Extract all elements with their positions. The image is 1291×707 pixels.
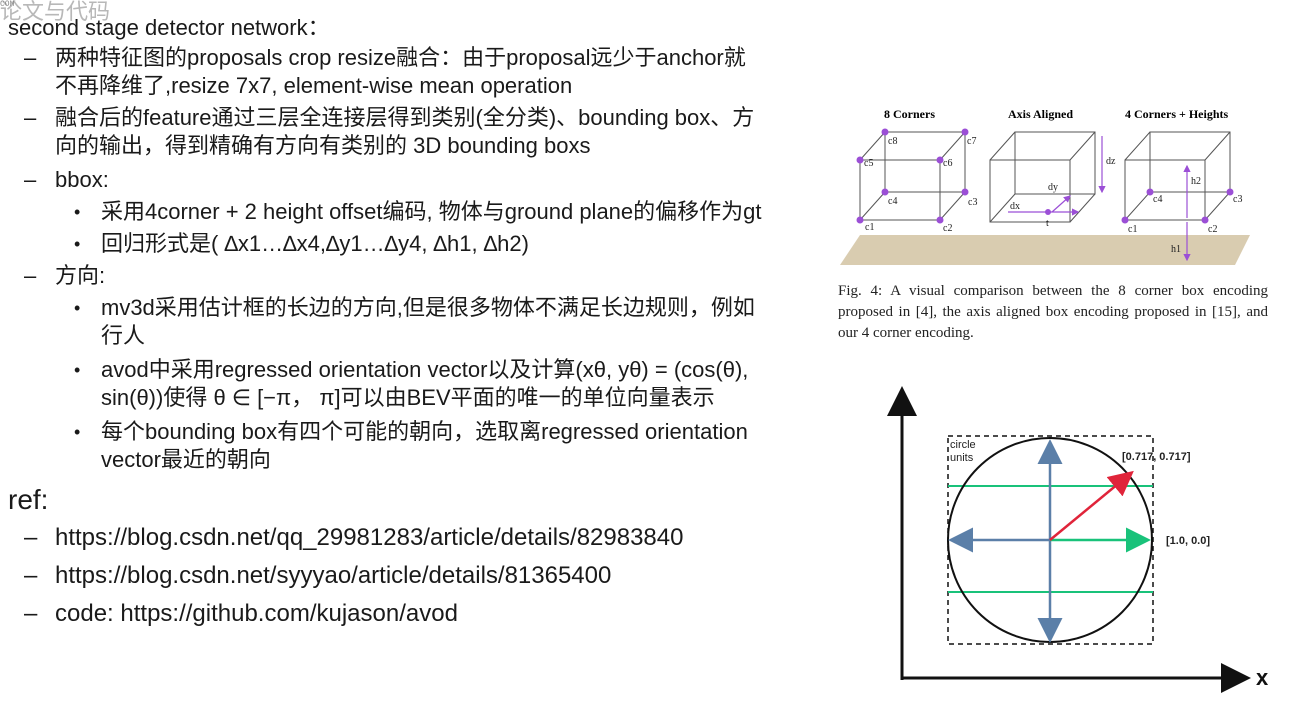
height-label: h1 <box>1171 244 1181 255</box>
box-encoding-figure: 8 Corners Axis Aligned 4 Corners + Heigh… <box>840 107 1250 265</box>
sub-bullet-text: 回归形式是( ∆x1…∆x4,∆y1…∆y4, ∆h1, ∆h2) <box>101 231 529 256</box>
dot-marker: • <box>74 202 81 222</box>
panel-title: 8 Corners <box>884 107 935 121</box>
dot-marker: • <box>74 298 81 318</box>
circle-units-label: circle <box>950 439 976 451</box>
dash-marker: – <box>24 562 38 589</box>
ref-link[interactable]: https://blog.csdn.net/qq_29981283/articl… <box>55 524 683 552</box>
ref-heading: ref: <box>8 484 49 515</box>
diag-point-label: [0.717, 0.717] <box>1122 451 1191 463</box>
dot-marker: • <box>74 422 81 442</box>
dash-marker: – <box>24 105 37 130</box>
sub-bullet-text: sin(θ))使得 θ ∈ [−π， π]可以由BEV平面的唯一的单位向量表示 <box>101 385 715 410</box>
slide-title: second stage detector network： <box>8 15 330 40</box>
bullet-text: 方向: <box>55 263 106 288</box>
corner-label: c1 <box>1128 224 1137 235</box>
height-label: h2 <box>1191 176 1201 187</box>
ground-plane <box>840 235 1250 265</box>
cube-axis-aligned <box>989 131 1096 223</box>
corner-dots <box>1121 188 1234 224</box>
cube-8-corners <box>859 131 966 221</box>
axis-label: dy <box>1048 182 1058 193</box>
corner-label: c8 <box>888 136 897 147</box>
bullet-text: 向的输出，得到精确有方向有类别的 3D bounding boxs <box>55 133 591 158</box>
figure-caption: Fig. 4: A visual comparison between the … <box>838 283 1268 341</box>
red-arrow <box>1049 470 1134 541</box>
dot-marker: • <box>74 360 81 380</box>
corner-label: c7 <box>967 136 976 147</box>
sub-bullet-text: mv3d采用估计框的长边的方向,但是很多物体不满足长边规则，例如 <box>101 295 755 320</box>
sub-bullet-text: 行人 <box>101 323 146 348</box>
corner-label: c3 <box>1233 194 1242 205</box>
dash-marker: – <box>24 263 37 288</box>
sub-bullet-text: avod中采用regressed orientation vector以及计算(… <box>101 357 749 382</box>
axis-label: t <box>1046 218 1049 229</box>
dash-marker: – <box>24 45 37 70</box>
axis-label: dx <box>1010 201 1020 212</box>
bullet-text: 融合后的feature通过三层全连接层得到类别(全分类)、bounding bo… <box>55 105 755 130</box>
axis-label: dz <box>1106 156 1116 167</box>
corner-label: c5 <box>864 158 873 169</box>
sub-bullet-text: 每个bounding box有四个可能的朝向，选取离regressed orie… <box>101 419 748 444</box>
panel-title: Axis Aligned <box>1008 107 1073 121</box>
dot-marker: • <box>74 234 81 254</box>
orientation-diagram: x circle units [1.0, 0.0] [0.717, 0.717] <box>887 386 1269 693</box>
bullet-text: 两种特征图的proposals crop resize融合：由于proposal… <box>55 45 746 70</box>
dash-marker: – <box>24 167 37 192</box>
axis-arrows <box>1008 136 1106 216</box>
sub-bullet-text: vector最近的朝向 <box>101 447 271 472</box>
sub-bullet-text: 采用4corner + 2 height offset编码, 物体与ground… <box>101 199 762 224</box>
cube-4-corners-heights <box>1124 131 1231 221</box>
corner-label: c3 <box>968 197 977 208</box>
bullet-text: 不再降维了,resize 7x7, element-wise mean oper… <box>55 73 573 98</box>
ref-link[interactable]: https://blog.csdn.net/syyyao/article/det… <box>55 562 611 590</box>
corner-label: c2 <box>943 223 952 234</box>
corner-label: c1 <box>865 222 874 233</box>
center-dot <box>1045 209 1051 215</box>
dash-marker: – <box>24 524 38 551</box>
corner-label: c6 <box>943 158 952 169</box>
corner-label: c2 <box>1208 224 1217 235</box>
slide: 论文与代码 COM second stage detector network：… <box>0 0 1291 707</box>
circle-units-label: units <box>950 452 974 464</box>
ref-link[interactable]: code: https://github.com/kujason/avod <box>55 600 458 628</box>
dash-marker: – <box>24 600 38 627</box>
corner-mark: COM <box>0 0 15 9</box>
panel-title: 4 Corners + Heights <box>1125 107 1228 121</box>
x-axis-label: x <box>1256 665 1269 690</box>
bullet-text: bbox: <box>55 167 109 192</box>
corner-label: c4 <box>888 196 897 207</box>
axis-point-label: [1.0, 0.0] <box>1166 535 1210 547</box>
corner-dots <box>856 128 969 224</box>
corner-label: c4 <box>1153 194 1162 205</box>
